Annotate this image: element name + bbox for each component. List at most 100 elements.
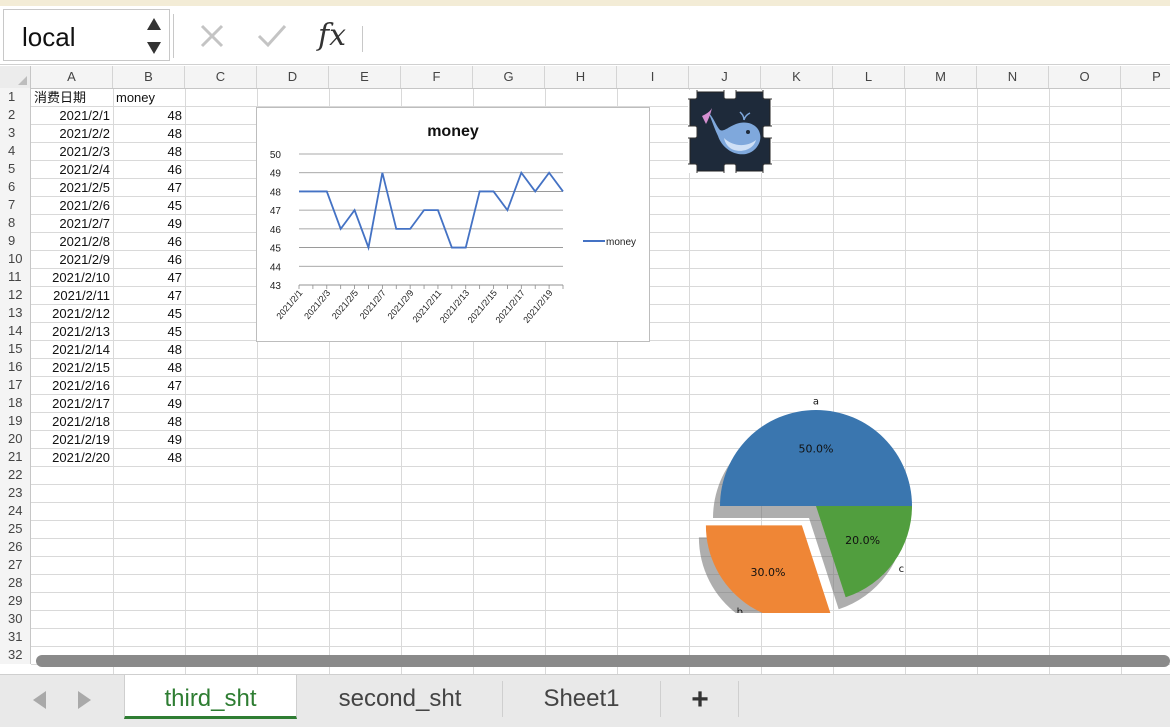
row-header[interactable]: 17: [0, 376, 31, 394]
row-header[interactable]: 25: [0, 520, 31, 538]
line-chart-money[interactable]: money43444546474849502021/2/12021/2/3202…: [256, 107, 650, 342]
cell-date[interactable]: 2021/2/17: [31, 394, 110, 412]
cell-money[interactable]: 48: [113, 142, 182, 160]
column-header[interactable]: A: [31, 66, 113, 88]
row-header[interactable]: 16: [0, 358, 31, 376]
row-header[interactable]: 22: [0, 466, 31, 484]
column-header[interactable]: E: [329, 66, 401, 88]
cell-date[interactable]: 2021/2/18: [31, 412, 110, 430]
cell-date[interactable]: 2021/2/16: [31, 376, 110, 394]
column-header[interactable]: C: [185, 66, 257, 88]
cell-money[interactable]: 46: [113, 250, 182, 268]
close-x-icon[interactable]: [198, 22, 226, 50]
cell-money[interactable]: 45: [113, 322, 182, 340]
cell-date[interactable]: 2021/2/9: [31, 250, 110, 268]
column-header[interactable]: I: [617, 66, 689, 88]
cell-money[interactable]: 49: [113, 214, 182, 232]
cell-b1[interactable]: money: [116, 88, 182, 106]
column-header[interactable]: L: [833, 66, 905, 88]
cell-date[interactable]: 2021/2/8: [31, 232, 110, 250]
row-header[interactable]: 31: [0, 628, 31, 646]
cell-date[interactable]: 2021/2/11: [31, 286, 110, 304]
inserted-picture[interactable]: [688, 90, 772, 173]
cell-date[interactable]: 2021/2/15: [31, 358, 110, 376]
name-box[interactable]: local: [3, 9, 170, 61]
column-header[interactable]: J: [689, 66, 761, 88]
row-header[interactable]: 32: [0, 646, 31, 664]
row-header[interactable]: 26: [0, 538, 31, 556]
row-header[interactable]: 27: [0, 556, 31, 574]
column-header[interactable]: K: [761, 66, 833, 88]
cell-money[interactable]: 46: [113, 232, 182, 250]
cell-money[interactable]: 49: [113, 394, 182, 412]
row-header[interactable]: 4: [0, 142, 31, 160]
cell-money[interactable]: 48: [113, 340, 182, 358]
column-header[interactable]: G: [473, 66, 545, 88]
cell-money[interactable]: 47: [113, 178, 182, 196]
cell-date[interactable]: 2021/2/12: [31, 304, 110, 322]
cell-money[interactable]: 48: [113, 358, 182, 376]
cell-date[interactable]: 2021/2/3: [31, 142, 110, 160]
row-header[interactable]: 14: [0, 322, 31, 340]
cell-date[interactable]: 2021/2/10: [31, 268, 110, 286]
row-header[interactable]: 24: [0, 502, 31, 520]
cell-date[interactable]: 2021/2/2: [31, 124, 110, 142]
chevron-up-icon[interactable]: [147, 18, 161, 30]
cell-date[interactable]: 2021/2/7: [31, 214, 110, 232]
row-header[interactable]: 2: [0, 106, 31, 124]
column-header[interactable]: H: [545, 66, 617, 88]
column-header[interactable]: O: [1049, 66, 1121, 88]
row-header[interactable]: 11: [0, 268, 31, 286]
column-header[interactable]: F: [401, 66, 473, 88]
chevron-left-icon[interactable]: [33, 691, 46, 709]
tab-third-sht[interactable]: third_sht: [124, 675, 297, 719]
column-header[interactable]: M: [905, 66, 977, 88]
cell-money[interactable]: 48: [113, 448, 182, 466]
row-header[interactable]: 28: [0, 574, 31, 592]
row-header[interactable]: 6: [0, 178, 31, 196]
horizontal-scrollbar[interactable]: [36, 655, 1170, 667]
row-header[interactable]: 19: [0, 412, 31, 430]
select-all-corner[interactable]: [0, 66, 31, 88]
row-header[interactable]: 12: [0, 286, 31, 304]
cell-date[interactable]: 2021/2/4: [31, 160, 110, 178]
cell-date[interactable]: 2021/2/6: [31, 196, 110, 214]
tab-second-sht[interactable]: second_sht: [298, 675, 502, 719]
cell-money[interactable]: 48: [113, 412, 182, 430]
cell-money[interactable]: 48: [113, 124, 182, 142]
row-header[interactable]: 21: [0, 448, 31, 466]
cell-money[interactable]: 45: [113, 304, 182, 322]
cell-date[interactable]: 2021/2/14: [31, 340, 110, 358]
cell-date[interactable]: 2021/2/1: [31, 106, 110, 124]
row-header[interactable]: 20: [0, 430, 31, 448]
column-header[interactable]: N: [977, 66, 1049, 88]
row-header[interactable]: 29: [0, 592, 31, 610]
cell-date[interactable]: 2021/2/13: [31, 322, 110, 340]
chevron-down-icon[interactable]: [147, 42, 161, 54]
name-box-stepper[interactable]: [147, 18, 161, 54]
tab-sheet1[interactable]: Sheet1: [503, 675, 660, 719]
cell-money[interactable]: 48: [113, 106, 182, 124]
column-header[interactable]: B: [113, 66, 185, 88]
row-header[interactable]: 9: [0, 232, 31, 250]
row-header[interactable]: 1: [0, 88, 31, 106]
pie-chart[interactable]: 50.0%a30.0%b20.0%c: [694, 388, 918, 613]
cell-money[interactable]: 45: [113, 196, 182, 214]
cell-money[interactable]: 46: [113, 160, 182, 178]
row-header[interactable]: 23: [0, 484, 31, 502]
insert-function-button[interactable]: fx: [318, 18, 346, 53]
cell-date[interactable]: 2021/2/5: [31, 178, 110, 196]
add-sheet-button[interactable]: +: [682, 683, 718, 717]
cell-date[interactable]: 2021/2/19: [31, 430, 110, 448]
row-header[interactable]: 18: [0, 394, 31, 412]
row-header[interactable]: 30: [0, 610, 31, 628]
column-header[interactable]: P: [1121, 66, 1170, 88]
row-header[interactable]: 8: [0, 214, 31, 232]
cell-a1[interactable]: 消费日期: [34, 88, 112, 106]
row-header[interactable]: 3: [0, 124, 31, 142]
row-header[interactable]: 13: [0, 304, 31, 322]
checkmark-icon[interactable]: [256, 22, 288, 50]
chevron-right-icon[interactable]: [78, 691, 91, 709]
spreadsheet-grid[interactable]: ABCDEFGHIJKLMNOP 12345678910111213141516…: [0, 66, 1170, 674]
row-header[interactable]: 10: [0, 250, 31, 268]
